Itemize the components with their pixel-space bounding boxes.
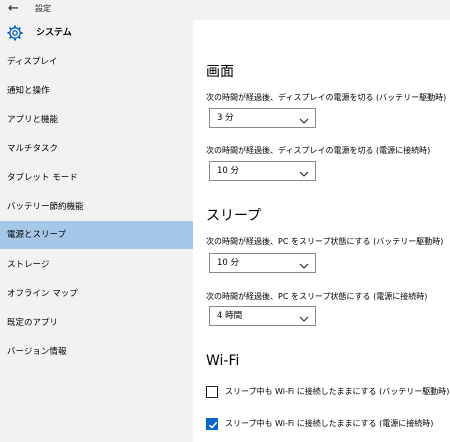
back-arrow-icon[interactable]: ← <box>8 1 22 17</box>
sleep-plugged-dropdown[interactable]: 4 時間 <box>209 306 316 326</box>
dropdown-value: 3 分 <box>217 113 234 123</box>
wifi-plugged-option[interactable]: スリープ中も Wi-Fi に接続したままにする (電源に接続時) <box>206 417 446 433</box>
wifi-battery-checkbox[interactable] <box>206 386 218 398</box>
sleep-battery-dropdown[interactable]: 10 分 <box>209 253 316 273</box>
sidebar-item-about[interactable]: バージョン情報 <box>0 338 193 366</box>
chevron-down-icon <box>299 165 309 177</box>
app-title: 設定 <box>35 4 51 13</box>
chevron-down-icon <box>299 112 309 124</box>
wifi-battery-option[interactable]: スリープ中も Wi-Fi に接続したままにする (バッテリー駆動時) <box>206 385 450 401</box>
sleep-battery-label: 次の時間が経過後、PC をスリープ状態にする (バッテリー駆動時) <box>206 237 444 246</box>
sidebar-item-multitasking[interactable]: マルチタスク <box>0 135 193 163</box>
wifi-plugged-checkbox[interactable] <box>206 418 218 430</box>
sidebar-item-apps[interactable]: アプリと機能 <box>0 106 193 134</box>
section-title-sleep: スリープ <box>206 208 262 224</box>
settings-header: システム <box>0 20 193 46</box>
sidebar-item-power-sleep[interactable]: 電源とスリープ <box>0 221 193 249</box>
wifi-battery-label: スリープ中も Wi-Fi に接続したままにする (バッテリー駆動時) <box>225 387 450 396</box>
sidebar-item-offline-maps[interactable]: オフライン マップ <box>0 280 193 308</box>
screen-battery-dropdown[interactable]: 3 分 <box>209 108 316 128</box>
screen-plugged-label: 次の時間が経過後、ディスプレイの電源を切る (電源に接続時) <box>206 146 431 155</box>
title-bar: ← 設定 <box>0 0 450 20</box>
header-title: システム <box>36 28 72 38</box>
sidebar-item-tablet-mode[interactable]: タブレット モード <box>0 164 193 192</box>
chevron-down-icon <box>299 257 309 269</box>
screen-battery-label: 次の時間が経過後、ディスプレイの電源を切る (バッテリー駆動時) <box>206 93 447 102</box>
gear-icon <box>6 24 24 42</box>
sidebar-item-notifications[interactable]: 通知と操作 <box>0 77 193 105</box>
dropdown-value: 10 分 <box>217 258 240 268</box>
chevron-down-icon <box>299 310 309 322</box>
section-title-wifi: Wi-Fi <box>206 353 240 369</box>
sidebar-item-display[interactable]: ディスプレイ <box>0 48 193 76</box>
sleep-plugged-label: 次の時間が経過後、PC をスリープ状態にする (電源に接続時) <box>206 292 428 301</box>
sidebar-item-storage[interactable]: ストレージ <box>0 251 193 279</box>
dropdown-value: 10 分 <box>217 166 240 176</box>
sidebar-item-battery-saver[interactable]: バッテリー節約機能 <box>0 193 193 221</box>
dropdown-value: 4 時間 <box>217 311 243 321</box>
section-title-screen: 画面 <box>206 64 234 80</box>
wifi-plugged-label: スリープ中も Wi-Fi に接続したままにする (電源に接続時) <box>225 419 434 428</box>
screen-plugged-dropdown[interactable]: 10 分 <box>209 161 316 181</box>
checkmark-icon <box>208 421 218 429</box>
sidebar-item-default-apps[interactable]: 既定のアプリ <box>0 309 193 337</box>
